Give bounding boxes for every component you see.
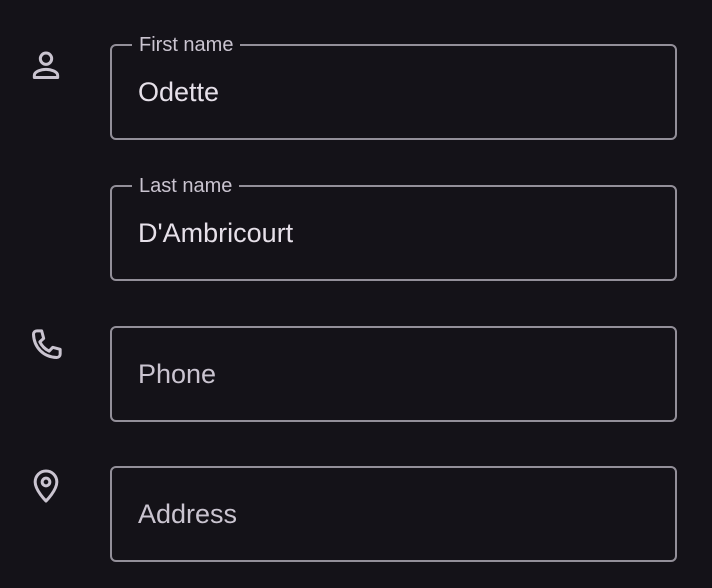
location-icon bbox=[26, 466, 66, 506]
phone-field[interactable] bbox=[110, 326, 677, 422]
address-input[interactable] bbox=[138, 497, 638, 531]
last-name-label: Last name bbox=[132, 175, 240, 197]
address-field[interactable] bbox=[110, 466, 677, 562]
last-name-input[interactable] bbox=[138, 216, 638, 250]
person-icon bbox=[26, 45, 66, 85]
last-name-field[interactable]: Last name bbox=[110, 175, 677, 281]
first-name-label: First name bbox=[132, 34, 241, 56]
phone-input[interactable] bbox=[138, 357, 638, 391]
first-name-input[interactable] bbox=[138, 75, 638, 109]
phone-icon bbox=[26, 325, 66, 365]
first-name-field[interactable]: First name bbox=[110, 34, 677, 140]
